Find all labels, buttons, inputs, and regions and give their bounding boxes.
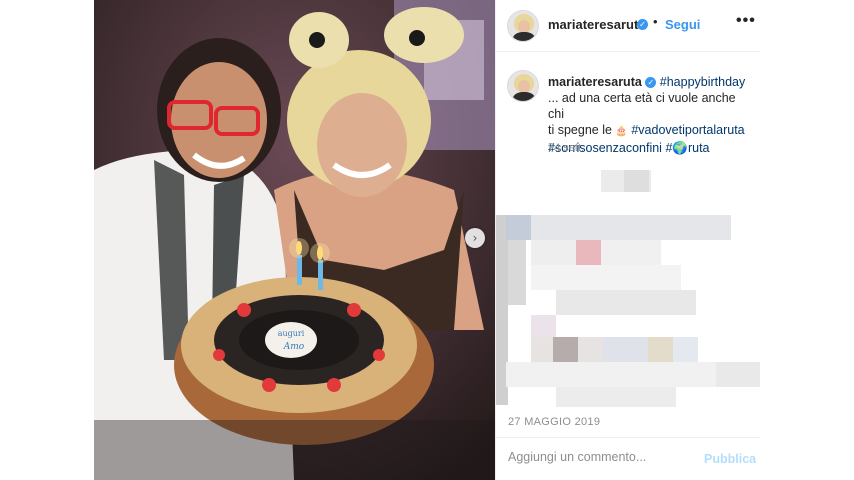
- cake-sign-text-1: auguri: [278, 329, 305, 338]
- follow-button[interactable]: Segui: [665, 17, 700, 32]
- comment-input[interactable]: [508, 450, 698, 464]
- caption-line-1: ... ad una certa età ci vuole anche chi: [548, 91, 736, 121]
- header-username[interactable]: mariateresaruta: [548, 17, 646, 32]
- verified-badge-icon: ✓: [637, 19, 648, 30]
- post-date: 27 MAGGIO 2019: [508, 416, 601, 428]
- pixelated-comments-area: [496, 165, 760, 410]
- cake-emoji-icon: 🎂: [615, 126, 628, 137]
- caption-verified-badge-icon: ✓: [645, 77, 657, 88]
- more-options-icon[interactable]: •••: [736, 12, 756, 30]
- hashtag-ruta[interactable]: #🌍ruta: [665, 141, 709, 155]
- hashtag-vadovetiportalaruta[interactable]: #vadovetiportalaruta: [631, 123, 744, 137]
- publish-button[interactable]: Pubblica: [704, 452, 756, 466]
- cake-sign-text-2: Amo: [283, 342, 305, 352]
- birthday-photo-illustration: auguri Amo: [94, 0, 495, 480]
- caption-line-2: ti spegne le: [548, 123, 612, 137]
- comment-bar: Pubblica: [496, 437, 760, 480]
- caption-time-ago: 74 sett.: [548, 142, 585, 154]
- post-photo[interactable]: auguri Amo: [94, 0, 495, 480]
- caption-username[interactable]: mariateresaruta: [548, 75, 642, 89]
- hashtag-happybirthday[interactable]: #happybirthday: [660, 75, 745, 89]
- separator-dot: •: [653, 14, 658, 29]
- post-details-panel: mariateresaruta ✓ • Segui ••• mariateres…: [495, 0, 760, 480]
- avatar[interactable]: [507, 10, 539, 42]
- post-header: mariateresaruta ✓ • Segui •••: [496, 0, 760, 52]
- caption-avatar[interactable]: [507, 70, 539, 102]
- next-arrow-icon[interactable]: ›: [465, 228, 485, 248]
